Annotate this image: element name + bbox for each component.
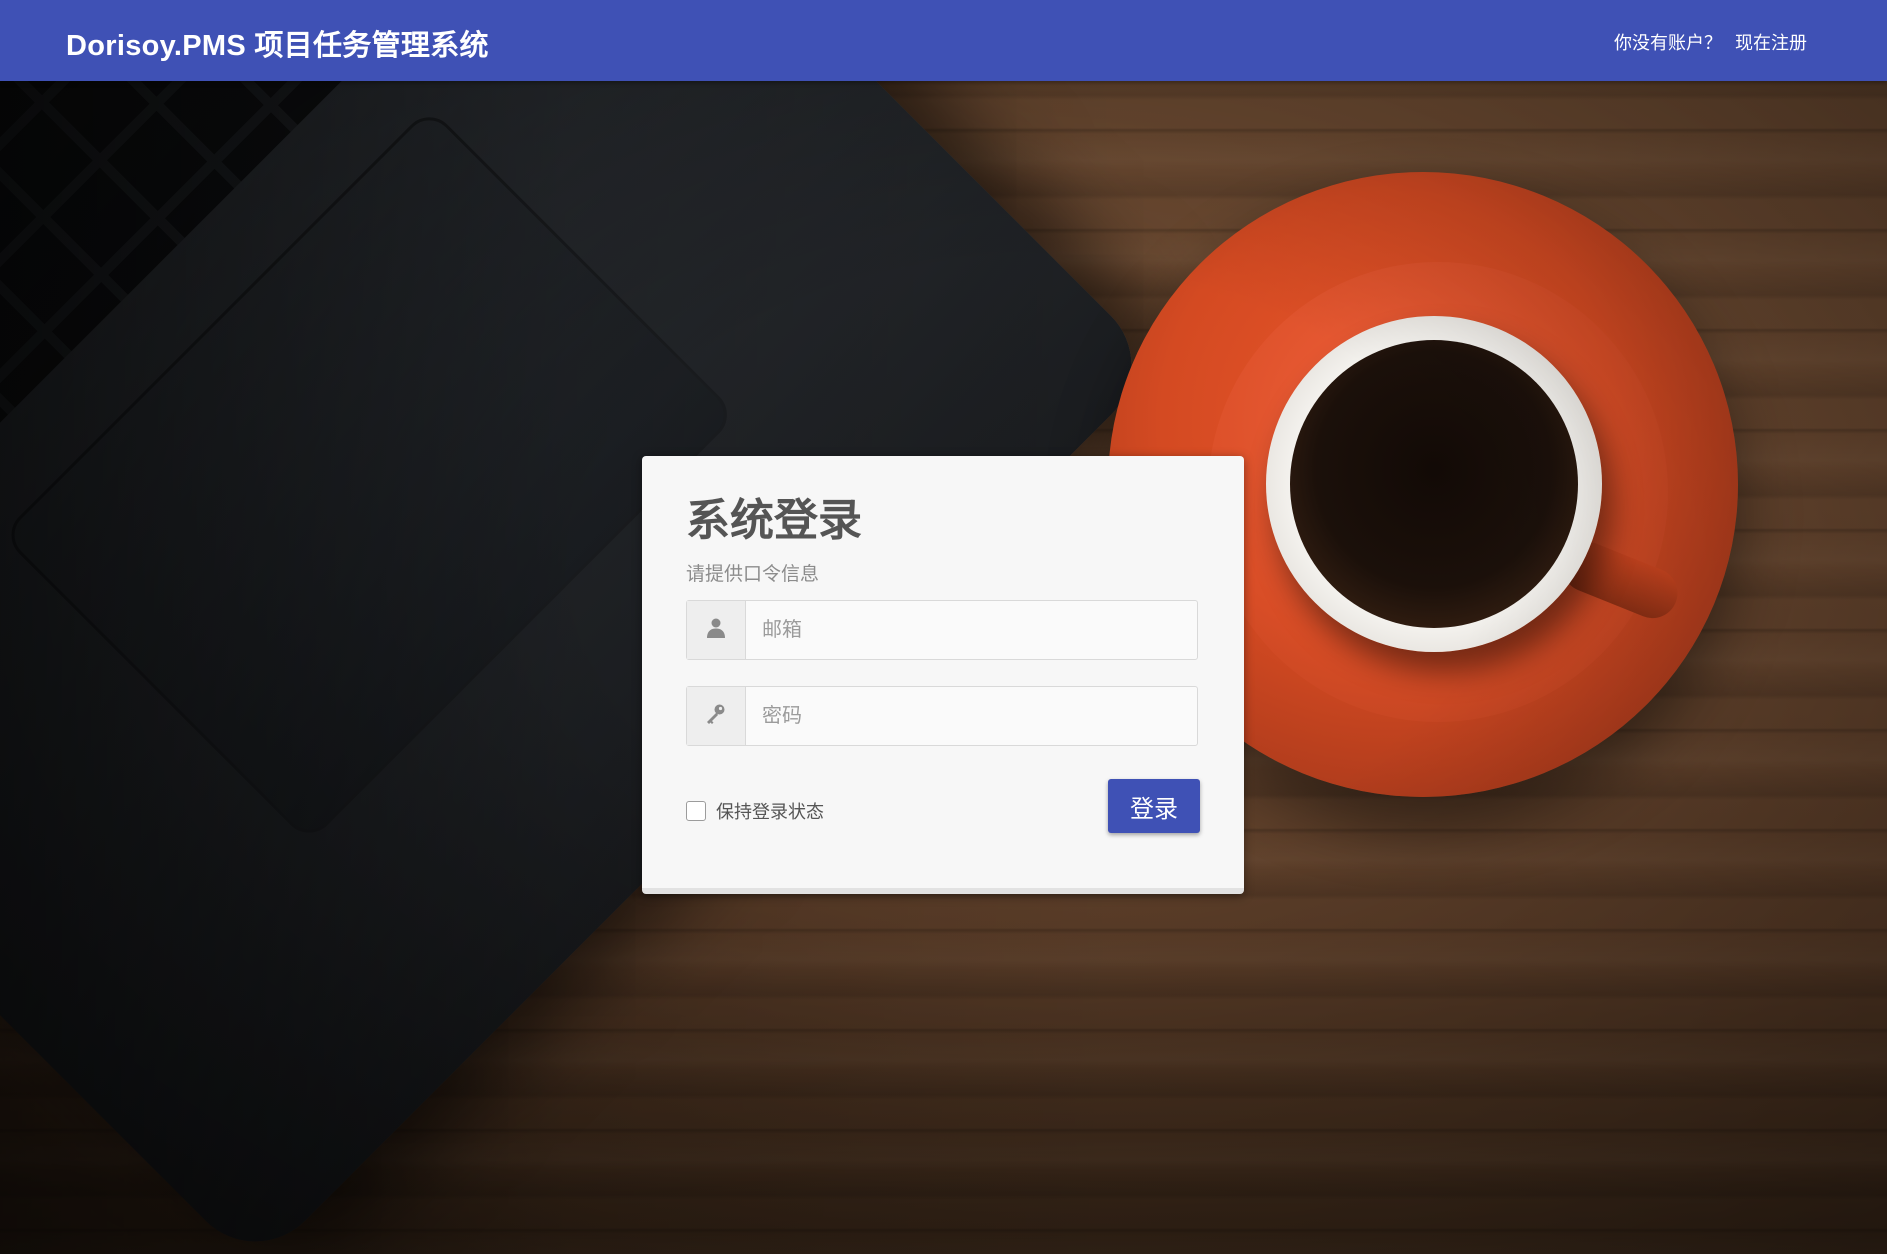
email-field[interactable]	[746, 601, 1197, 659]
key-icon	[704, 702, 728, 730]
email-addon	[687, 601, 746, 659]
remember-me[interactable]: 保持登录状态	[686, 798, 824, 824]
password-input-group	[686, 686, 1198, 746]
login-title: 系统登录	[686, 496, 862, 545]
user-icon	[705, 617, 727, 643]
remember-label[interactable]: 保持登录状态	[716, 798, 824, 824]
app-brand[interactable]: Dorisoy.PMS 项目任务管理系统	[66, 22, 489, 64]
login-button[interactable]: 登录	[1108, 779, 1200, 833]
nav-account-area: 你没有账户？ 现在注册	[1606, 29, 1807, 55]
top-navbar: Dorisoy.PMS 项目任务管理系统 你没有账户？ 现在注册	[0, 0, 1887, 81]
password-addon	[687, 687, 746, 745]
password-field[interactable]	[746, 687, 1197, 745]
login-card: 系统登录 请提供口令信息 邮箱 保持登录状态 登录	[642, 456, 1244, 894]
login-page: Dorisoy.PMS 项目任务管理系统 你没有账户？ 现在注册 系统登录 请提…	[0, 0, 1887, 1254]
register-link[interactable]: 现在注册	[1735, 33, 1807, 53]
no-account-text: 你没有账户？	[1613, 33, 1722, 53]
remember-checkbox[interactable]	[686, 801, 706, 821]
email-input-group	[686, 600, 1198, 660]
login-subtitle: 请提供口令信息	[686, 564, 820, 585]
